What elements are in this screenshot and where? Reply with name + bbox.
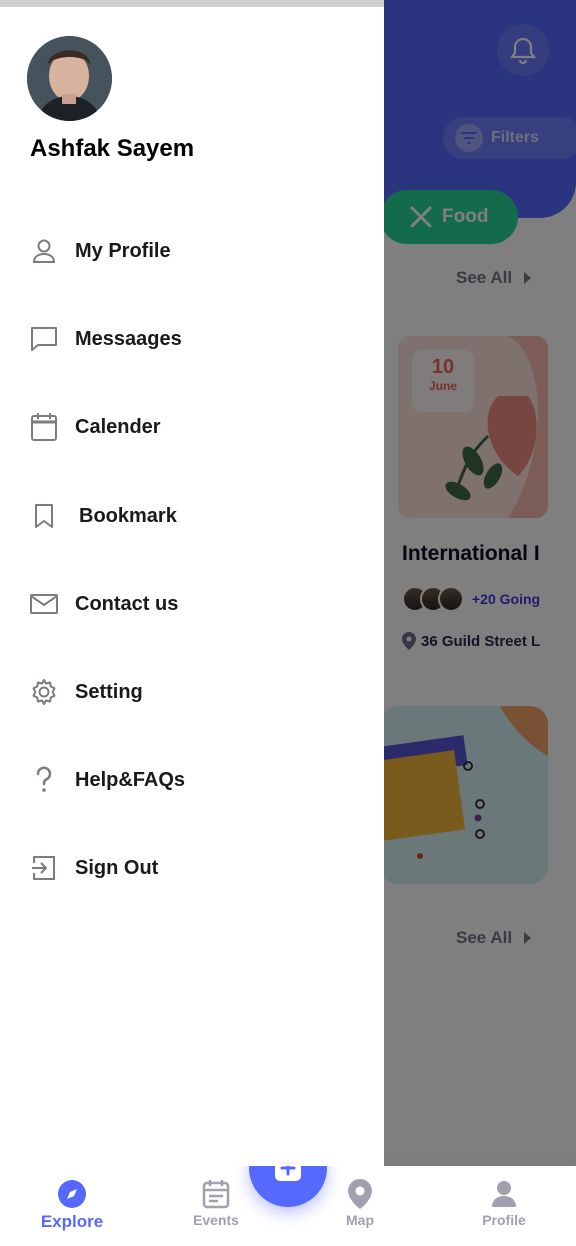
sign-out-icon (28, 852, 60, 884)
map-pin-icon (348, 1179, 372, 1209)
menu-item-messages[interactable]: Messaages (28, 317, 358, 361)
calendar-icon (28, 411, 60, 443)
message-icon (28, 323, 60, 355)
menu-item-sign-out[interactable]: Sign Out (28, 846, 358, 890)
menu-item-setting[interactable]: Setting (28, 670, 358, 714)
menu-item-my-profile[interactable]: My Profile (28, 229, 358, 273)
person-icon (28, 235, 60, 267)
nav-events[interactable]: Events (166, 1178, 266, 1228)
menu-item-label: Bookmark (79, 504, 177, 527)
menu-item-calendar[interactable]: Calender (28, 405, 358, 449)
menu-item-label: Setting (75, 680, 143, 703)
events-icon (202, 1180, 230, 1209)
status-bar-line (0, 0, 384, 7)
nav-label: Map (346, 1212, 374, 1228)
nav-profile[interactable]: Profile (454, 1178, 554, 1228)
nav-map[interactable]: Map (310, 1178, 410, 1228)
question-icon (28, 764, 60, 796)
avatar[interactable] (27, 36, 112, 121)
menu-item-label: Sign Out (75, 856, 159, 879)
menu-item-contact-us[interactable]: Contact us (28, 582, 358, 626)
menu-item-label: My Profile (75, 239, 171, 262)
menu-item-label: Calender (75, 415, 161, 438)
profile-icon (492, 1181, 516, 1207)
bookmark-icon (28, 500, 60, 532)
compass-icon (58, 1180, 86, 1208)
menu-item-label: Contact us (75, 592, 179, 615)
menu-item-bookmark[interactable]: Bookmark (28, 494, 358, 538)
navigation-drawer: Ashfak Sayem My Profile Messaages Calend… (0, 0, 384, 1166)
nav-explore[interactable]: Explore (22, 1178, 122, 1232)
menu-item-label: Help&FAQs (75, 768, 186, 791)
menu-item-label: Messaages (75, 327, 182, 350)
menu-item-help-faqs[interactable]: Help&FAQs (28, 758, 358, 802)
nav-label: Events (193, 1212, 239, 1228)
nav-label: Profile (482, 1212, 526, 1228)
nav-label: Explore (40, 1212, 104, 1231)
mail-icon (28, 588, 60, 620)
gear-icon (28, 676, 60, 708)
profile-name: Ashfak Sayem (30, 135, 195, 162)
